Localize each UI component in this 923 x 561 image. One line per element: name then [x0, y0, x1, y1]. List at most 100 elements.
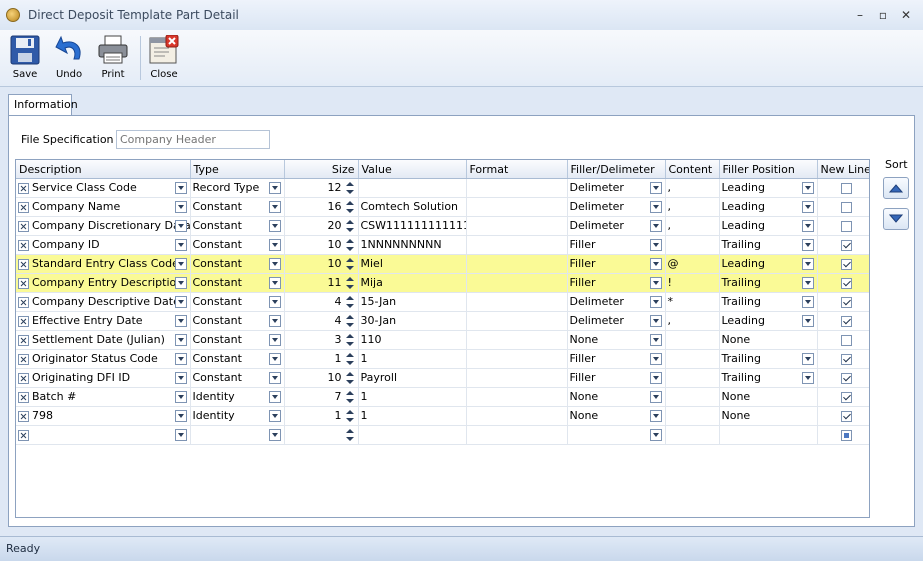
print-button[interactable]: Print [92, 33, 134, 83]
size-cell[interactable]: 3 [335, 333, 342, 346]
value-cell[interactable]: 1 [361, 352, 368, 365]
size-spinner[interactable] [345, 427, 355, 443]
description-cell[interactable]: Settlement Date (Julian) [32, 333, 165, 346]
filler-position-dropdown[interactable] [801, 239, 814, 251]
size-cell[interactable]: 4 [335, 295, 342, 308]
new-line-checkbox[interactable] [841, 297, 852, 308]
description-dropdown[interactable] [174, 353, 187, 365]
filler-position-cell[interactable]: Leading [722, 200, 765, 213]
filler-position-cell[interactable]: Leading [722, 257, 765, 270]
new-line-checkbox[interactable] [841, 335, 852, 346]
content-cell[interactable]: , [668, 200, 672, 213]
new-line-checkbox[interactable] [841, 373, 852, 384]
description-cell[interactable]: Company Entry Description [32, 276, 183, 289]
value-cell[interactable]: 30-Jan [361, 314, 397, 327]
size-spinner[interactable] [345, 408, 355, 424]
description-cell[interactable]: Company Discretionary Data [32, 219, 189, 232]
filler-delimeter-dropdown[interactable] [649, 296, 662, 308]
new-line-checkbox[interactable] [841, 221, 852, 232]
filler-position-dropdown[interactable] [801, 258, 814, 270]
new-line-checkbox[interactable] [841, 202, 852, 213]
table-row[interactable]: Company Descriptive Date Constant 4 15-Jan D… [16, 292, 869, 312]
size-spinner[interactable] [345, 294, 355, 310]
description-dropdown[interactable] [174, 239, 187, 251]
size-cell[interactable]: 12 [328, 181, 342, 194]
delete-row-icon[interactable] [18, 353, 29, 365]
table-row[interactable]: Effective Entry Date Constant 4 30-Jan Delim… [16, 311, 869, 331]
description-dropdown[interactable] [174, 410, 187, 422]
type-dropdown[interactable] [268, 258, 281, 270]
delete-row-icon[interactable] [18, 182, 29, 194]
table-row[interactable]: 798 Identity 1 1 None None [16, 406, 869, 426]
filler-delimeter-dropdown[interactable] [649, 277, 662, 289]
description-dropdown[interactable] [174, 182, 187, 194]
filler-delimeter-cell[interactable]: Filler [570, 352, 596, 365]
filler-delimeter-cell[interactable]: Delimeter [570, 181, 624, 194]
filler-delimeter-cell[interactable]: None [570, 409, 599, 422]
size-cell[interactable]: 10 [328, 238, 342, 251]
description-dropdown[interactable] [174, 391, 187, 403]
size-spinner[interactable] [345, 389, 355, 405]
value-cell[interactable]: CSW1111111111111 [361, 219, 466, 232]
description-cell[interactable]: Service Class Code [32, 181, 137, 194]
filler-delimeter-dropdown[interactable] [649, 334, 662, 346]
col-new-line-header[interactable]: New Line [817, 160, 869, 179]
type-dropdown[interactable] [268, 201, 281, 213]
col-filler-delimeter-header[interactable]: Filler/Delimeter [567, 160, 666, 179]
filler-position-cell[interactable]: Trailing [722, 295, 762, 308]
filler-delimeter-dropdown[interactable] [649, 429, 662, 441]
type-cell[interactable]: Identity [193, 390, 235, 403]
size-spinner[interactable] [345, 351, 355, 367]
delete-row-icon[interactable] [18, 258, 29, 270]
size-spinner[interactable] [345, 275, 355, 291]
type-dropdown[interactable] [268, 334, 281, 346]
type-cell[interactable]: Constant [193, 314, 242, 327]
table-row[interactable]: Company Discretionary Data Constant 20 CSW1… [16, 216, 869, 236]
col-content-header[interactable]: Content [665, 160, 720, 179]
table-row[interactable]: Company ID Constant 10 1NNNNNNNNN Filler Trai… [16, 235, 869, 255]
type-dropdown[interactable] [268, 296, 281, 308]
size-cell[interactable]: 11 [328, 276, 342, 289]
type-cell[interactable]: Constant [193, 371, 242, 384]
value-cell[interactable]: Payroll [361, 371, 398, 384]
filler-delimeter-dropdown[interactable] [649, 239, 662, 251]
delete-row-icon[interactable] [18, 429, 29, 441]
description-cell[interactable]: Company ID [32, 238, 100, 251]
filler-delimeter-cell[interactable]: None [570, 390, 599, 403]
table-row[interactable]: Settlement Date (Julian) Constant 3 110 None… [16, 330, 869, 350]
col-value-header[interactable]: Value [358, 160, 467, 179]
description-dropdown[interactable] [174, 315, 187, 327]
size-spinner[interactable] [345, 332, 355, 348]
save-button[interactable]: Save [4, 33, 46, 83]
description-dropdown[interactable] [174, 334, 187, 346]
filler-delimeter-cell[interactable]: Delimeter [570, 200, 624, 213]
table-row[interactable]: Batch # Identity 7 1 None None [16, 387, 869, 407]
filler-delimeter-dropdown[interactable] [649, 410, 662, 422]
value-cell[interactable]: Mija [361, 276, 383, 289]
delete-row-icon[interactable] [18, 391, 29, 403]
filler-position-dropdown[interactable] [801, 220, 814, 232]
delete-row-icon[interactable] [18, 372, 29, 384]
size-cell[interactable]: 10 [328, 257, 342, 270]
size-spinner[interactable] [345, 218, 355, 234]
type-cell[interactable]: Identity [193, 409, 235, 422]
type-dropdown[interactable] [268, 277, 281, 289]
filler-delimeter-cell[interactable]: Delimeter [570, 295, 624, 308]
type-dropdown[interactable] [268, 429, 281, 441]
size-cell[interactable]: 7 [335, 390, 342, 403]
type-cell[interactable]: Constant [193, 352, 242, 365]
value-cell[interactable]: Comtech Solution [361, 200, 459, 213]
size-spinner[interactable] [345, 237, 355, 253]
description-dropdown[interactable] [174, 277, 187, 289]
type-cell[interactable]: Record Type [193, 181, 260, 194]
description-dropdown[interactable] [174, 220, 187, 232]
filler-position-cell[interactable]: None [722, 333, 751, 346]
size-spinner[interactable] [345, 199, 355, 215]
new-line-checkbox[interactable] [841, 240, 852, 251]
description-cell[interactable]: Originator Status Code [32, 352, 158, 365]
table-row[interactable]: Service Class Code Record Type 12 Delimeter… [16, 178, 869, 198]
filler-delimeter-dropdown[interactable] [649, 372, 662, 384]
type-dropdown[interactable] [268, 315, 281, 327]
size-spinner[interactable] [345, 370, 355, 386]
description-dropdown[interactable] [174, 201, 187, 213]
